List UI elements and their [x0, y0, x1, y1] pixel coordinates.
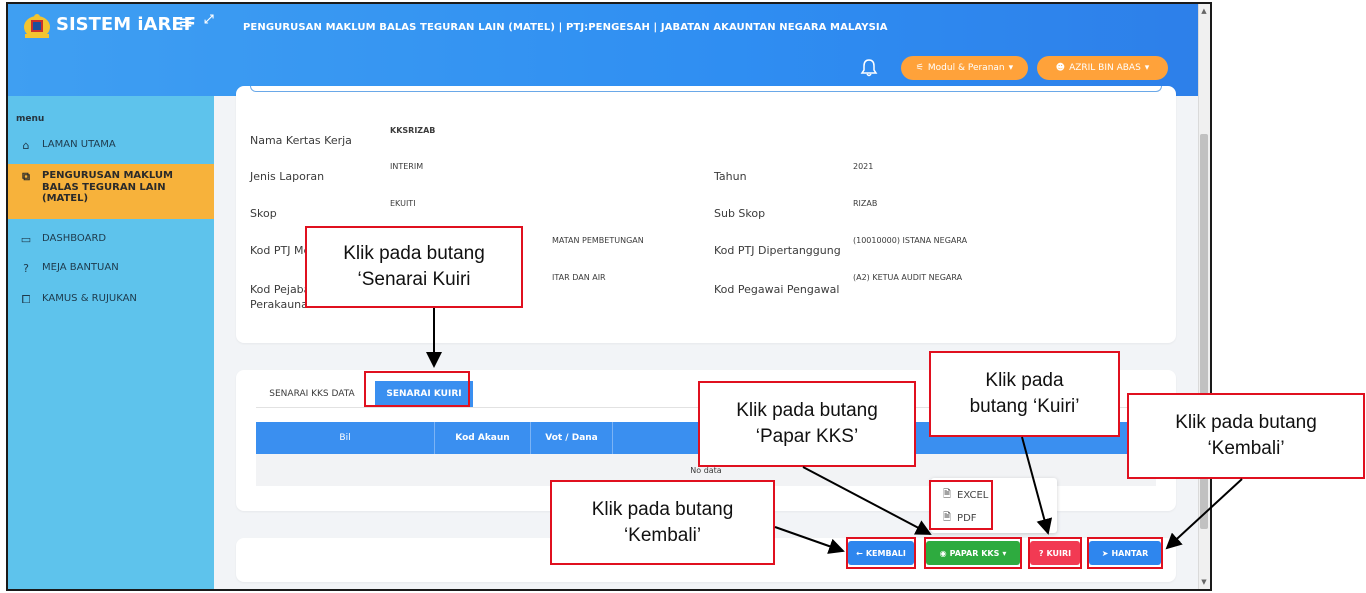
- dropdown-item-label: EXCEL: [957, 490, 989, 501]
- sidebar-item-label: PENGURUSAN MAKLUM BALAS TEGURAN LAIN (MA…: [42, 170, 173, 204]
- kod-ptj-value: MATAN PEMBETUNGAN: [552, 236, 644, 245]
- menu-toggle-icon[interactable]: ≡: [178, 12, 193, 33]
- sidebar-item-meja-bantuan[interactable]: ? MEJA BANTUAN: [8, 262, 214, 275]
- tab-senarai-kks-data[interactable]: SENARAI KKS DATA: [256, 381, 368, 407]
- kod-pejabat-label: Kod Pejaba: [250, 283, 311, 296]
- sidebar-item-laman-utama[interactable]: ⌂ LAMAN UTAMA: [8, 139, 214, 152]
- app-brand: SISTEM iAREF: [56, 14, 196, 35]
- user-name: AZRIL BIN ABAS: [1069, 63, 1141, 73]
- nama-kertas-kerja-label: Nama Kertas Kerja: [250, 134, 352, 147]
- clipboard-icon: ⧉: [22, 170, 30, 183]
- previous-section-border: [250, 86, 1162, 92]
- modul-peranan-dropdown[interactable]: ⚟ Modul & Peranan ▾: [901, 56, 1028, 80]
- kod-pejabat-value: ITAR DAN AIR: [552, 273, 606, 282]
- skop-label: Skop: [250, 207, 277, 220]
- scroll-down-arrow-icon[interactable]: ▼: [1198, 575, 1210, 589]
- vertical-scrollbar[interactable]: ▲ ▼: [1198, 4, 1210, 589]
- dropdown-item-label: PDF: [957, 513, 977, 524]
- kod-pegawai-pengawal-label: Kod Pegawai Pengawal: [714, 283, 840, 296]
- dropdown-item-excel[interactable]: 🗎 EXCEL: [943, 487, 988, 504]
- callout-kembali-right: Klik pada butang ‘Kembali’: [1127, 393, 1365, 479]
- chevron-down-icon: ▾: [1008, 63, 1014, 73]
- callout-line: Klik pada butang: [736, 400, 878, 422]
- papar-kks-dropdown-menu: 🗎 EXCEL 🗎 PDF: [931, 478, 1057, 533]
- callout-line: Klik pada butang: [591, 498, 734, 520]
- kuiri-button[interactable]: ? KUIRI: [1030, 541, 1080, 565]
- jenis-laporan-value: INTERIM: [390, 162, 424, 171]
- tahun-label: Tahun: [714, 170, 747, 183]
- sub-skop-label: Sub Skop: [714, 207, 766, 220]
- column-header-kod-akaun: Kod Akaun: [434, 422, 530, 454]
- callout-line: Klik pada: [985, 370, 1064, 392]
- malaysia-crest-icon: [24, 14, 50, 38]
- chevron-down-icon: ▾: [1002, 548, 1007, 558]
- dropdown-item-pdf[interactable]: 🗎 PDF: [943, 510, 977, 527]
- file-excel-icon: 🗎: [943, 489, 952, 500]
- hantar-button-label: HANTAR: [1111, 548, 1149, 558]
- kembali-button-label: KEMBALI: [865, 548, 906, 558]
- book-icon: ⧠: [21, 293, 31, 306]
- eye-icon: ◉: [939, 548, 947, 558]
- papar-kks-button[interactable]: ◉ PAPAR KKS ▾: [926, 541, 1020, 565]
- question-icon: ?: [1038, 548, 1044, 558]
- kuiri-button-label: KUIRI: [1046, 548, 1072, 558]
- callout-line: ‘Senarai Kuiri: [357, 269, 471, 290]
- callout-line: ‘Papar KKS’: [755, 426, 859, 447]
- sidebar-title: menu: [16, 114, 45, 124]
- kod-pegawai-pengawal-value: (A2) KETUA AUDIT NEGARA: [853, 273, 963, 282]
- user-dropdown[interactable]: ☻ AZRIL BIN ABAS ▾: [1037, 56, 1168, 80]
- sidebar-item-dashboard[interactable]: ▭ DASHBOARD: [8, 233, 214, 246]
- sidebar-item-label: MEJA BANTUAN: [42, 262, 119, 273]
- sidebar-item-kamus[interactable]: ⧠ KAMUS & RUJUKAN: [8, 293, 214, 307]
- dashboard-icon: ▭: [20, 233, 32, 246]
- modul-icon: ⚟: [915, 63, 924, 73]
- home-icon: ⌂: [22, 139, 30, 152]
- callout-papar-kks: Klik pada butang ‘Papar KKS’: [698, 381, 916, 467]
- callout-line: ‘Kembali’: [1207, 438, 1285, 459]
- top-bar: SISTEM iAREF ≡ ⤢ PENGURUSAN MAKLUM BALAS…: [8, 4, 1210, 96]
- papar-kks-button-label: PAPAR KKS: [949, 548, 1000, 558]
- column-header-bil: Bil: [339, 433, 351, 443]
- page-heading: PENGURUSAN MAKLUM BALAS TEGURAN LAIN (MA…: [243, 22, 888, 33]
- arrow-left-icon: ←: [856, 548, 863, 558]
- question-icon: ?: [23, 262, 29, 275]
- sidebar-item-label: KAMUS & RUJUKAN: [42, 293, 137, 304]
- callout-line: Klik pada butang: [1175, 412, 1317, 434]
- kod-ptj-label: Kod PTJ Me: [250, 244, 311, 257]
- modul-label: Modul & Peranan: [927, 63, 1005, 73]
- sidebar: menu ⌂ LAMAN UTAMA ⧉ PENGURUSAN MAKLUM B…: [8, 96, 214, 589]
- callout-line: ‘Kembali’: [623, 524, 702, 546]
- skop-value: EKUITI: [390, 199, 416, 208]
- jenis-laporan-label: Jenis Laporan: [250, 170, 325, 183]
- callout-kuiri: Klik pada butang ‘Kuiri’: [929, 351, 1120, 437]
- scroll-up-arrow-icon[interactable]: ▲: [1198, 4, 1210, 18]
- callout-line: Klik pada butang: [343, 243, 485, 265]
- tab-senarai-kuiri[interactable]: SENARAI KUIRI: [375, 381, 473, 407]
- sidebar-item-label: DASHBOARD: [42, 233, 107, 244]
- sidebar-item-label: LAMAN UTAMA: [42, 139, 116, 150]
- hantar-button[interactable]: ➤ HANTAR: [1089, 541, 1161, 565]
- callout-senarai-kuiri: Klik pada butang ‘Senarai Kuiri: [305, 226, 523, 308]
- nama-kertas-kerja-value: KKSRIZAB: [390, 126, 436, 135]
- expand-icon[interactable]: ⤢: [204, 12, 214, 27]
- column-header-vot-dana: Vot / Dana: [530, 422, 612, 454]
- tahun-value: 2021: [853, 162, 874, 171]
- sub-skop-value: RIZAB: [853, 199, 878, 208]
- kembali-button[interactable]: ← KEMBALI: [848, 541, 914, 565]
- kod-ptj-dipertanggung-label: Kod PTJ Dipertanggung: [714, 244, 841, 257]
- file-pdf-icon: 🗎: [943, 512, 952, 523]
- user-icon: ☻: [1055, 63, 1066, 73]
- callout-line: butang ‘Kuiri’: [969, 396, 1080, 417]
- kod-ptj-dipertanggung-value: (10010000) ISTANA NEGARA: [853, 236, 968, 245]
- sidebar-item-matel[interactable]: ⧉ PENGURUSAN MAKLUM BALAS TEGURAN LAIN (…: [8, 164, 214, 219]
- callout-kembali-bottom: Klik pada butang ‘Kembali’: [550, 480, 775, 565]
- notification-bell-icon[interactable]: [859, 58, 879, 78]
- chevron-down-icon: ▾: [1144, 63, 1150, 73]
- send-icon: ➤: [1101, 548, 1109, 558]
